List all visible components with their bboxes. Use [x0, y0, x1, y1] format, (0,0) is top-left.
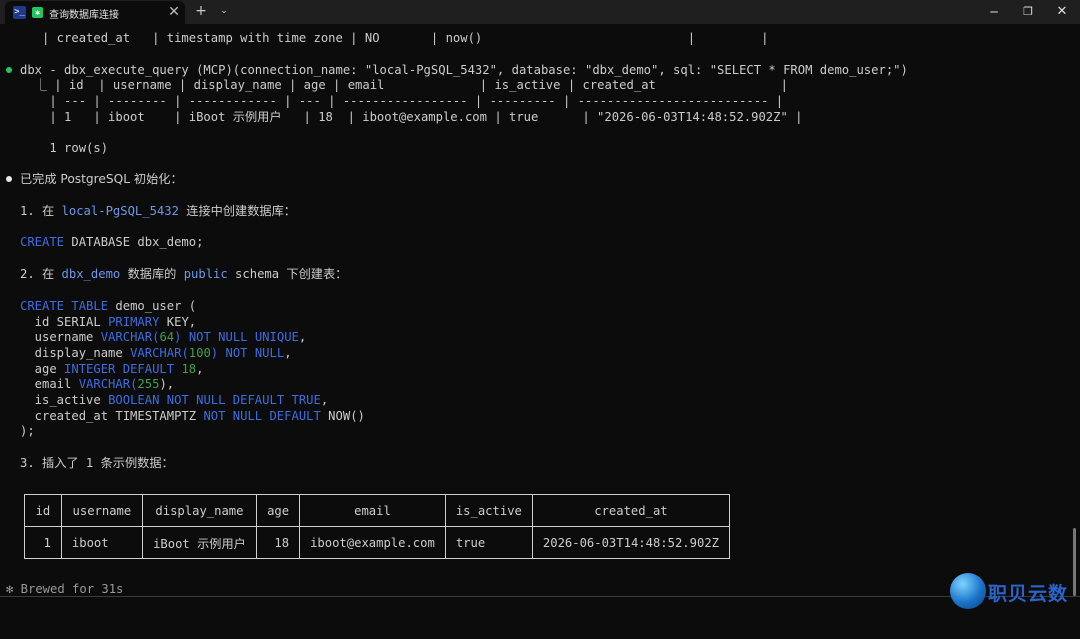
globe-logo-icon	[950, 573, 986, 609]
column-text: is_active	[20, 393, 109, 407]
terminal-output[interactable]: | created_at | timestamp with time zone …	[0, 24, 1080, 639]
tab-title: 查询数据库连接	[49, 10, 119, 21]
cell-username: iboot	[60, 526, 143, 559]
sql-number: 255	[137, 377, 160, 391]
column-text: email	[20, 377, 79, 391]
schema-row-created-at: | created_at | timestamp with time zone …	[20, 31, 769, 45]
title-bar: >_ ✱ 查询数据库连接 ✕ + ⌄ ─ ❐ ✕	[0, 0, 1080, 24]
close-window-button[interactable]: ✕	[1045, 0, 1079, 24]
step-2-suffix: schema 下创建表：	[227, 267, 348, 281]
sql-keyword: CREATE TABLE	[20, 299, 109, 313]
step-2-mid: 数据库的	[120, 267, 184, 281]
result-header-row: ⎿ | id | username | display_name | age |…	[20, 78, 788, 92]
result-data-row: | 1 | iboot | iBoot 示例用户 | 18 | iboot@ex…	[20, 110, 803, 124]
sql-type: VARCHAR	[78, 377, 131, 391]
create-table-statement: CREATE TABLE demo_user (	[20, 298, 196, 314]
column-text: id SERIAL	[20, 315, 109, 329]
cell-created-at: 2026-06-03T14:48:52.902Z	[531, 526, 731, 559]
tool-call-line: dbx - dbx_execute_query (MCP)(connection…	[20, 63, 908, 77]
sql-keyword: BOOLEAN NOT NULL DEFAULT TRUE	[108, 393, 321, 407]
tool-call-bullet	[6, 67, 12, 73]
table-header-row: id username display_name age email is_ac…	[24, 494, 731, 527]
column-def-created-at: created_at TIMESTAMPTZ NOT NULL DEFAULT …	[20, 408, 365, 424]
sql-number: 18	[181, 362, 197, 376]
create-database-statement: CREATE DATABASE dbx_demo;	[20, 234, 203, 250]
column-header: username	[60, 494, 143, 527]
column-text: KEY,	[159, 315, 197, 329]
sql-keyword: NOT NULL UNIQUE	[188, 330, 299, 344]
terminal-icon: >_	[13, 6, 26, 19]
tab-close-icon[interactable]: ✕	[165, 3, 183, 21]
watermark: 职贝云数	[950, 573, 1075, 609]
task-status-icon: ✱	[32, 7, 43, 18]
sql-text: demo_user (	[108, 299, 197, 313]
sql-keyword: NOT NULL DEFAULT	[203, 409, 321, 423]
sql-paren: (	[181, 346, 189, 360]
step-1: 1. 在 local-PgSQL_5432 连接中创建数据库：	[20, 203, 296, 219]
sql-type: VARCHAR	[100, 330, 153, 344]
sql-type: VARCHAR	[130, 346, 182, 360]
step-2: 2. 在 dbx_demo 数据库的 public schema 下创建表：	[20, 266, 347, 282]
column-def-age: age INTEGER DEFAULT 18,	[20, 361, 204, 377]
step-1-prefix: 1. 在	[20, 204, 62, 218]
sql-paren: )	[210, 346, 226, 360]
result-separator-row: | --- | -------- | ------------ | --- | …	[20, 94, 784, 108]
cell-email: iboot@example.com	[299, 526, 446, 559]
new-tab-button[interactable]: +	[193, 3, 209, 19]
column-text: ),	[159, 377, 175, 391]
column-text: display_name	[20, 346, 131, 360]
cell-id: 1	[24, 526, 62, 559]
message-bullet	[6, 176, 12, 182]
column-def-email: email VARCHAR(255),	[20, 376, 174, 392]
sql-keyword: NOT NULL	[225, 346, 285, 360]
summary-heading: 已完成 PostgreSQL 初始化：	[20, 172, 183, 186]
column-text: ,	[320, 393, 329, 407]
column-text: NOW()	[320, 409, 365, 423]
column-header: is_active	[444, 494, 533, 527]
sql-number: 64	[159, 330, 175, 344]
column-text: ,	[284, 346, 292, 360]
column-text: ,	[298, 330, 307, 344]
brewed-status: ✻ Brewed for 31s	[6, 582, 124, 596]
step-3: 3. 插入了 1 条示例数据：	[20, 456, 174, 470]
column-header: id	[24, 494, 62, 527]
cell-is-active: true	[444, 526, 533, 559]
sql-paren: )	[174, 330, 189, 344]
cell-age: 18	[256, 526, 301, 559]
minimize-button[interactable]: ─	[977, 0, 1011, 24]
column-header: email	[299, 494, 446, 527]
column-text: created_at TIMESTAMPTZ	[20, 409, 204, 423]
sql-keyword: INTEGER DEFAULT	[64, 362, 175, 376]
prompt-divider	[0, 596, 1080, 597]
column-header: age	[256, 494, 301, 527]
database-name: dbx_demo	[61, 267, 121, 281]
sql-keyword: PRIMARY	[108, 315, 160, 329]
result-table: id username display_name age email is_ac…	[24, 494, 731, 559]
watermark-text: 职贝云数	[988, 583, 1069, 605]
table-row: 1 iboot iBoot 示例用户 18 iboot@example.com …	[24, 526, 731, 559]
column-def-id: id SERIAL PRIMARY KEY,	[20, 314, 196, 330]
chevron-down-icon[interactable]: ⌄	[216, 3, 232, 19]
sql-number: 100	[188, 346, 211, 360]
column-def-username: username VARCHAR(64) NOT NULL UNIQUE,	[20, 329, 307, 345]
column-def-is-active: is_active BOOLEAN NOT NULL DEFAULT TRUE,	[20, 392, 329, 408]
column-text: age	[20, 362, 65, 376]
step-2-prefix: 2. 在	[20, 267, 62, 281]
sql-keyword: CREATE	[20, 235, 65, 249]
column-header: created_at	[531, 494, 731, 527]
column-header: display_name	[141, 494, 258, 527]
row-count: 1 row(s)	[20, 141, 109, 155]
terminal-tab[interactable]: >_ ✱ 查询数据库连接 ✕	[5, 1, 185, 24]
connection-name: local-PgSQL_5432	[61, 204, 179, 218]
sql-text: DATABASE dbx_demo;	[64, 235, 204, 249]
maximize-button[interactable]: ❐	[1011, 0, 1045, 24]
column-text: username	[20, 330, 101, 344]
step-1-suffix: 连接中创建数据库：	[178, 204, 296, 218]
cell-display-name: iBoot 示例用户	[141, 526, 258, 559]
create-table-close: );	[20, 424, 35, 438]
schema-name: public	[183, 267, 228, 281]
column-text: ,	[196, 362, 204, 376]
column-def-display-name: display_name VARCHAR(100) NOT NULL,	[20, 345, 292, 361]
